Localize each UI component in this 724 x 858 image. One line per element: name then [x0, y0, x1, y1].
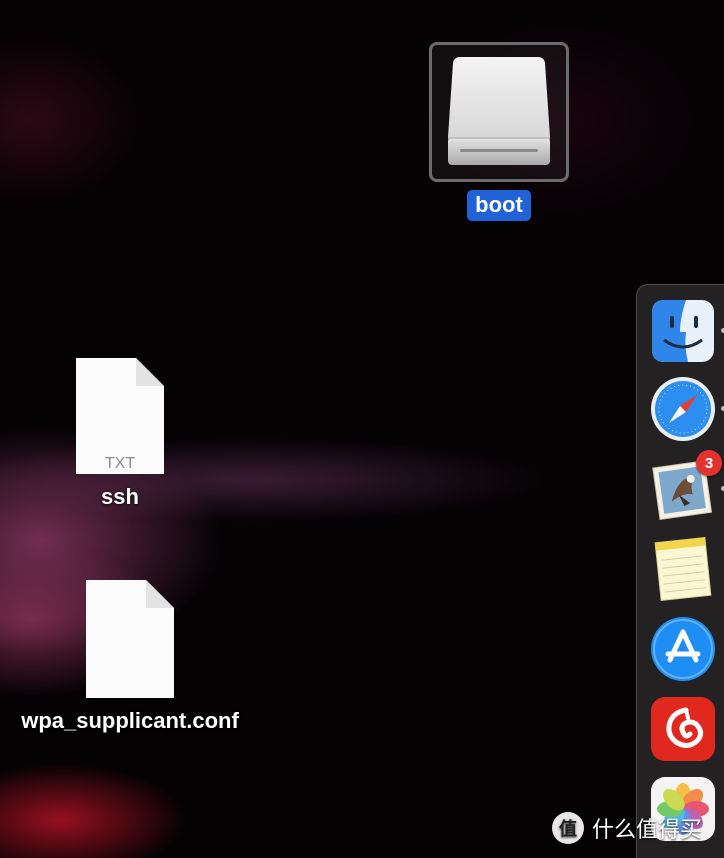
- document-file-icon: [86, 580, 174, 698]
- watermark: 值 什么值得买: [552, 812, 702, 844]
- watermark-text: 什么值得买: [592, 818, 703, 843]
- dock-app-netease-music[interactable]: [650, 696, 716, 762]
- desktop: boot TXT ssh wpa_supplicant.conf 3 值 什么值…: [0, 0, 724, 858]
- dock-app-notes[interactable]: [650, 536, 716, 602]
- selection-frame: [429, 42, 569, 182]
- dock-app-safari[interactable]: [650, 376, 716, 442]
- desktop-item-label: wpa_supplicant.conf: [21, 708, 239, 733]
- external-drive-icon: [448, 57, 550, 165]
- file-type-label: TXT: [105, 455, 135, 472]
- watermark-logo-icon: 值: [552, 812, 584, 844]
- dock-app-mail[interactable]: 3: [650, 450, 722, 522]
- desktop-item-ssh[interactable]: TXT ssh: [60, 356, 180, 512]
- dock-app-finder[interactable]: [650, 298, 716, 364]
- txt-file-icon: TXT: [76, 358, 164, 474]
- netease-music-icon: [651, 697, 715, 761]
- safari-icon: [651, 377, 715, 441]
- app-store-icon: [651, 617, 715, 681]
- desktop-item-label: ssh: [101, 484, 139, 509]
- desktop-item-wpa-supplicant[interactable]: wpa_supplicant.conf: [10, 578, 250, 736]
- unread-badge: 3: [696, 450, 722, 476]
- dock-app-app-store[interactable]: [650, 616, 716, 682]
- desktop-item-label: boot: [467, 190, 531, 221]
- finder-icon: [652, 300, 714, 362]
- desktop-item-boot[interactable]: boot: [429, 42, 569, 221]
- notes-icon: [654, 536, 712, 602]
